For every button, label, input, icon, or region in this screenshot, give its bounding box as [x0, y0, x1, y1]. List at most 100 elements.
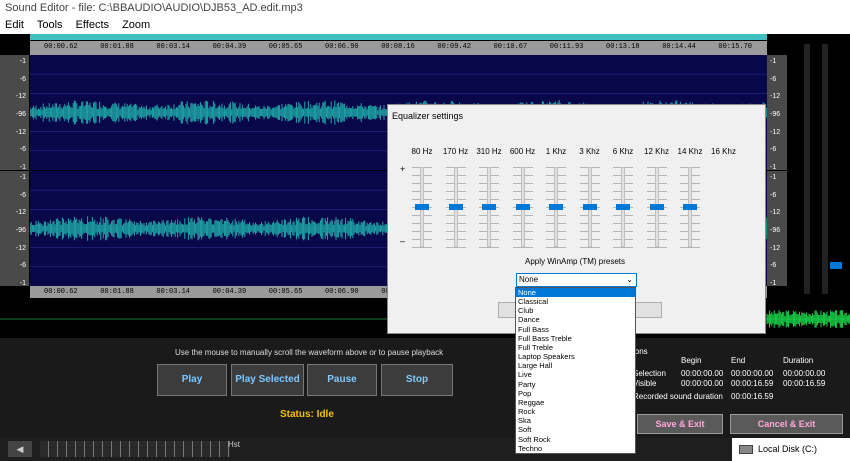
ruler-top-tick: 00:00.62	[44, 43, 78, 51]
preset-option[interactable]: Large Hall	[516, 361, 635, 370]
preset-option[interactable]: Full Treble	[516, 343, 635, 352]
eq-slider-thumb[interactable]	[482, 204, 496, 210]
window-title: Sound Editor - file: C:\BBAUDIO\AUDIO\DJ…	[0, 0, 850, 16]
preset-option[interactable]: Full Bass Treble	[516, 334, 635, 343]
eq-band-label: 12 Khz	[644, 147, 669, 156]
y-axis-left-2-label: -1	[19, 174, 26, 181]
hst-label: Hst	[228, 440, 240, 449]
y-axis-left-2-label: -96	[15, 227, 26, 234]
eq-slider[interactable]	[680, 167, 700, 248]
eq-slider[interactable]	[579, 167, 600, 248]
preset-option[interactable]: Techno	[516, 444, 635, 453]
y-axis-left-2-label: -12	[15, 209, 26, 217]
scroll-bar[interactable]	[30, 34, 767, 40]
selection-duration: 00:00:00.00	[783, 369, 826, 378]
ruler-bottom-tick: 00:06.90	[325, 288, 359, 296]
preset-option[interactable]: Rock	[516, 407, 635, 416]
status-text: Status: Idle	[280, 409, 334, 420]
y-axis-right-2-label: -96	[770, 227, 781, 234]
preset-option[interactable]: Pop	[516, 389, 635, 398]
menu-edit[interactable]: Edit	[5, 19, 24, 31]
pause-button[interactable]: Pause	[307, 364, 377, 396]
y-axis-right-label: -96	[770, 111, 781, 118]
y-axis-left-2-label: -12	[15, 244, 26, 252]
eq-slider-thumb[interactable]	[649, 204, 664, 210]
row-visible-label: Visible	[633, 379, 657, 388]
presets-list[interactable]: None Classical Club Dance Full Bass Full Bass…	[515, 287, 636, 454]
preset-option[interactable]: Full Bass	[516, 325, 635, 334]
ruler-top-tick: 00:04.39	[212, 43, 247, 51]
selection-end: 00:00:00.00	[731, 369, 774, 378]
cancel-exit-button[interactable]: Cancel & Exit	[730, 414, 843, 434]
meter-slider-thumb[interactable]	[830, 262, 842, 269]
ruler-top-tick: 00:06.90	[325, 43, 359, 51]
y-axis-left-2-label: -6	[19, 262, 26, 270]
time-ruler-top: 00:00.62 00:01.88 00:03.14 00:04.39 00:05.65…	[30, 41, 767, 55]
y-axis-right-label: -6	[770, 146, 777, 154]
eq-slider[interactable]	[546, 167, 566, 248]
ruler-top-tick: 00:08.16	[381, 43, 415, 51]
recorded-label: Recorded sound duration	[633, 392, 723, 401]
save-exit-button[interactable]: Save & Exit	[637, 414, 723, 434]
preset-option[interactable]: Dance	[516, 315, 635, 324]
row-selection-label: Selection	[633, 369, 666, 378]
presets-selected: None	[519, 275, 539, 284]
eq-slider-thumb[interactable]	[616, 204, 630, 210]
col-begin: Begin	[681, 356, 702, 365]
menu-zoom[interactable]: Zoom	[122, 19, 150, 31]
eq-slider-thumb[interactable]	[582, 204, 597, 210]
y-axis-left-2-label: -1	[19, 280, 26, 287]
y-axis-right-2-label: -1	[770, 280, 777, 287]
ruler-top-tick: 00:15.70	[718, 43, 752, 51]
menu-bar: Edit Tools Effects Zoom	[0, 16, 850, 34]
preset-option[interactable]: Soft	[516, 425, 635, 434]
ruler-top-tick: 00:01.88	[100, 43, 134, 51]
eq-slider-thumb[interactable]	[515, 204, 530, 210]
y-axis-left-label: -6	[19, 75, 26, 83]
stop-button[interactable]: Stop	[381, 364, 453, 396]
eq-band-label: 310 Hz	[476, 147, 502, 156]
visible-begin: 00:00:00.00	[681, 379, 724, 388]
eq-slider[interactable]	[646, 167, 667, 248]
menu-tools[interactable]: Tools	[37, 19, 63, 31]
preset-option[interactable]: Classical	[516, 297, 635, 306]
play-selected-button[interactable]: Play Selected	[231, 364, 304, 396]
eq-slider[interactable]	[479, 167, 499, 248]
y-axis-left-label: -12	[15, 128, 26, 136]
preset-option[interactable]: Club	[516, 306, 635, 315]
preset-option[interactable]: Laptop Speakers	[516, 352, 635, 361]
ruler-bottom-tick: 00:01.88	[100, 288, 134, 296]
preset-option[interactable]: Live	[516, 370, 635, 379]
eq-band-label: 170 Hz	[442, 147, 469, 156]
eq-slider[interactable]	[412, 167, 432, 248]
meter-bar-right	[822, 44, 828, 294]
ruler-top-tick: 00:10.67	[493, 43, 528, 51]
eq-slider-thumb[interactable]	[683, 204, 697, 210]
eq-plus-label: +	[400, 164, 406, 174]
eq-slider-thumb[interactable]	[415, 204, 429, 210]
eq-slider[interactable]	[445, 167, 466, 248]
y-axis-right-2-label: -12	[770, 244, 781, 252]
play-button[interactable]: Play	[157, 364, 227, 396]
preset-option[interactable]: Reggae	[516, 398, 635, 407]
eq-band-label: 80 Hz	[411, 147, 433, 156]
y-axis-left-2: -1 -6 -12 -96 -12 -6 -1	[0, 171, 29, 287]
preset-option[interactable]: Ska	[516, 416, 635, 425]
y-axis-right-label: -6	[770, 75, 777, 83]
presets-dropdown[interactable]: None ⌄	[516, 273, 637, 287]
local-disk-item[interactable]: Local Disk (C:)	[732, 438, 850, 461]
visible-duration: 00:00:16.59	[783, 379, 826, 388]
eq-slider[interactable]	[613, 167, 633, 248]
eq-slider-thumb[interactable]	[549, 204, 563, 210]
eq-slider-thumb[interactable]	[448, 204, 463, 210]
ruler-bottom-tick: 00:04.39	[212, 288, 247, 296]
preset-option[interactable]: Soft Rock	[516, 435, 635, 444]
eq-slider[interactable]	[512, 167, 533, 248]
preset-option[interactable]: None	[516, 288, 635, 298]
rewind-icon[interactable]: ◀	[8, 441, 32, 457]
ruler-top-tick: 00:05.65	[268, 43, 303, 51]
menu-effects[interactable]: Effects	[76, 19, 109, 31]
ruler-bottom-tick: 00:00.62	[44, 288, 78, 296]
recorded-value: 00:00:16.59	[731, 392, 774, 401]
preset-option[interactable]: Party	[516, 380, 635, 389]
